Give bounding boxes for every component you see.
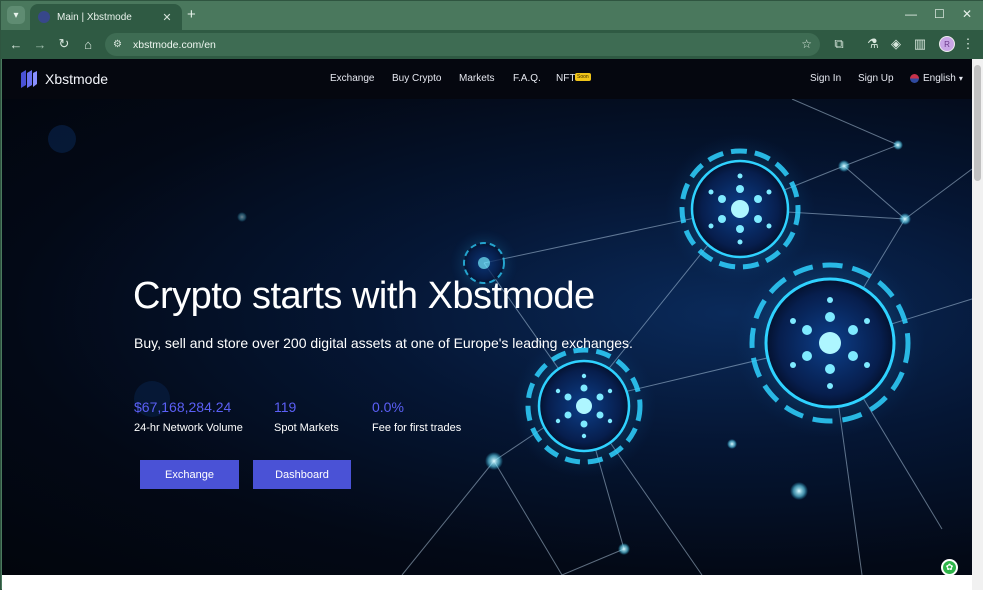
performance-icon[interactable]: ◈ [887, 35, 905, 53]
next-section [2, 575, 972, 590]
exchange-button[interactable]: Exchange [140, 460, 239, 489]
language-flag-icon [910, 74, 919, 83]
window-close-icon[interactable]: ✕ [962, 7, 972, 21]
tab-search-icon[interactable]: ▾ [7, 6, 25, 24]
scrollbar-thumb[interactable] [974, 65, 981, 181]
network-node [899, 213, 911, 225]
nav-faq[interactable]: F.A.Q. [513, 73, 541, 84]
reload-icon[interactable]: ↻ [55, 35, 73, 53]
network-node [790, 482, 808, 500]
chat-support-icon[interactable]: ✿ [941, 559, 958, 576]
stat-spot-markets: 119 Spot Markets [274, 399, 339, 434]
stat-fee: 0.0% Fee for first trades [372, 399, 461, 434]
stat-value: 119 [274, 399, 297, 415]
browser-window: ▾ Main | Xbstmode ✕ + — ☐ ✕ ← → ↻ ⌂ ⚙ xb… [0, 0, 983, 590]
tab-close-icon[interactable]: ✕ [160, 11, 174, 24]
stat-label: 24-hr Network Volume [134, 422, 243, 434]
network-node [893, 140, 903, 150]
nav-exchange[interactable]: Exchange [330, 73, 374, 84]
forward-icon[interactable]: → [31, 35, 49, 53]
network-node [618, 543, 630, 555]
network-node [485, 452, 503, 470]
site-favicon-icon [38, 11, 50, 23]
nft-soon-badge: Soon [575, 73, 591, 81]
stat-label: Spot Markets [274, 422, 339, 434]
browser-tab-active[interactable]: Main | Xbstmode ✕ [30, 4, 182, 30]
url-text[interactable]: xbstmode.com/en [133, 39, 216, 51]
nav-nft[interactable]: NFT [556, 73, 575, 84]
coin-right [735, 248, 925, 438]
stat-value: $67,168,284.24 [134, 399, 232, 415]
site-info-icon[interactable]: ⚙ [113, 39, 127, 50]
brand-name: Xbstmode [45, 71, 109, 87]
sign-up-link[interactable]: Sign Up [858, 73, 894, 84]
site-header: Xbstmode Exchange Buy Crypto Markets F.A… [2, 59, 972, 99]
stat-value: 0.0% [372, 399, 404, 415]
browser-menu-icon[interactable]: ⋮ [959, 35, 977, 53]
nav-markets[interactable]: Markets [459, 73, 495, 84]
page-viewport: Xbstmode Exchange Buy Crypto Markets F.A… [2, 59, 972, 590]
page-scrollbar[interactable] [972, 59, 983, 590]
labs-flask-icon[interactable]: ⚗ [864, 35, 882, 53]
coin-left [512, 334, 656, 478]
back-icon[interactable]: ← [7, 35, 25, 53]
minimize-icon[interactable]: — [905, 7, 917, 21]
bookmark-star-icon[interactable]: ☆ [801, 37, 812, 51]
language-label: English [923, 73, 956, 84]
side-panel-icon[interactable]: ▥ [911, 35, 929, 53]
network-node [237, 212, 247, 222]
stat-volume: $67,168,284.24 24-hr Network Volume [134, 399, 243, 434]
address-bar[interactable]: ⚙ xbstmode.com/en ☆ [105, 33, 820, 56]
browser-toolbar: ← → ↻ ⌂ ⚙ xbstmode.com/en ☆ ⧉ ⚗ ◈ ▥ R ⋮ [1, 30, 983, 59]
hero-title: Crypto starts with Xbstmode [133, 275, 595, 317]
sign-in-link[interactable]: Sign In [810, 73, 841, 84]
hero-subtitle: Buy, sell and store over 200 digital ass… [134, 335, 633, 351]
new-tab-icon[interactable]: + [187, 7, 196, 22]
bokeh-blob [48, 125, 76, 153]
maximize-icon[interactable]: ☐ [934, 7, 945, 21]
dashboard-button[interactable]: Dashboard [253, 460, 351, 489]
site-logo[interactable]: Xbstmode [18, 69, 108, 89]
language-selector[interactable]: English ▾ [910, 73, 963, 84]
home-icon[interactable]: ⌂ [79, 35, 97, 53]
network-node [727, 439, 737, 449]
network-node [838, 160, 850, 172]
nav-buy-crypto[interactable]: Buy Crypto [392, 73, 441, 84]
extensions-icon[interactable]: ⧉ [830, 35, 848, 53]
hero-section: Crypto starts with Xbstmode Buy, sell an… [2, 99, 972, 575]
tab-title: Main | Xbstmode [57, 11, 132, 23]
tab-strip: ▾ Main | Xbstmode ✕ + — ☐ ✕ [1, 1, 983, 30]
profile-avatar[interactable]: R [939, 36, 955, 52]
stat-label: Fee for first trades [372, 422, 462, 434]
logo-mark-icon [21, 70, 37, 88]
chevron-down-icon: ▾ [958, 74, 963, 83]
